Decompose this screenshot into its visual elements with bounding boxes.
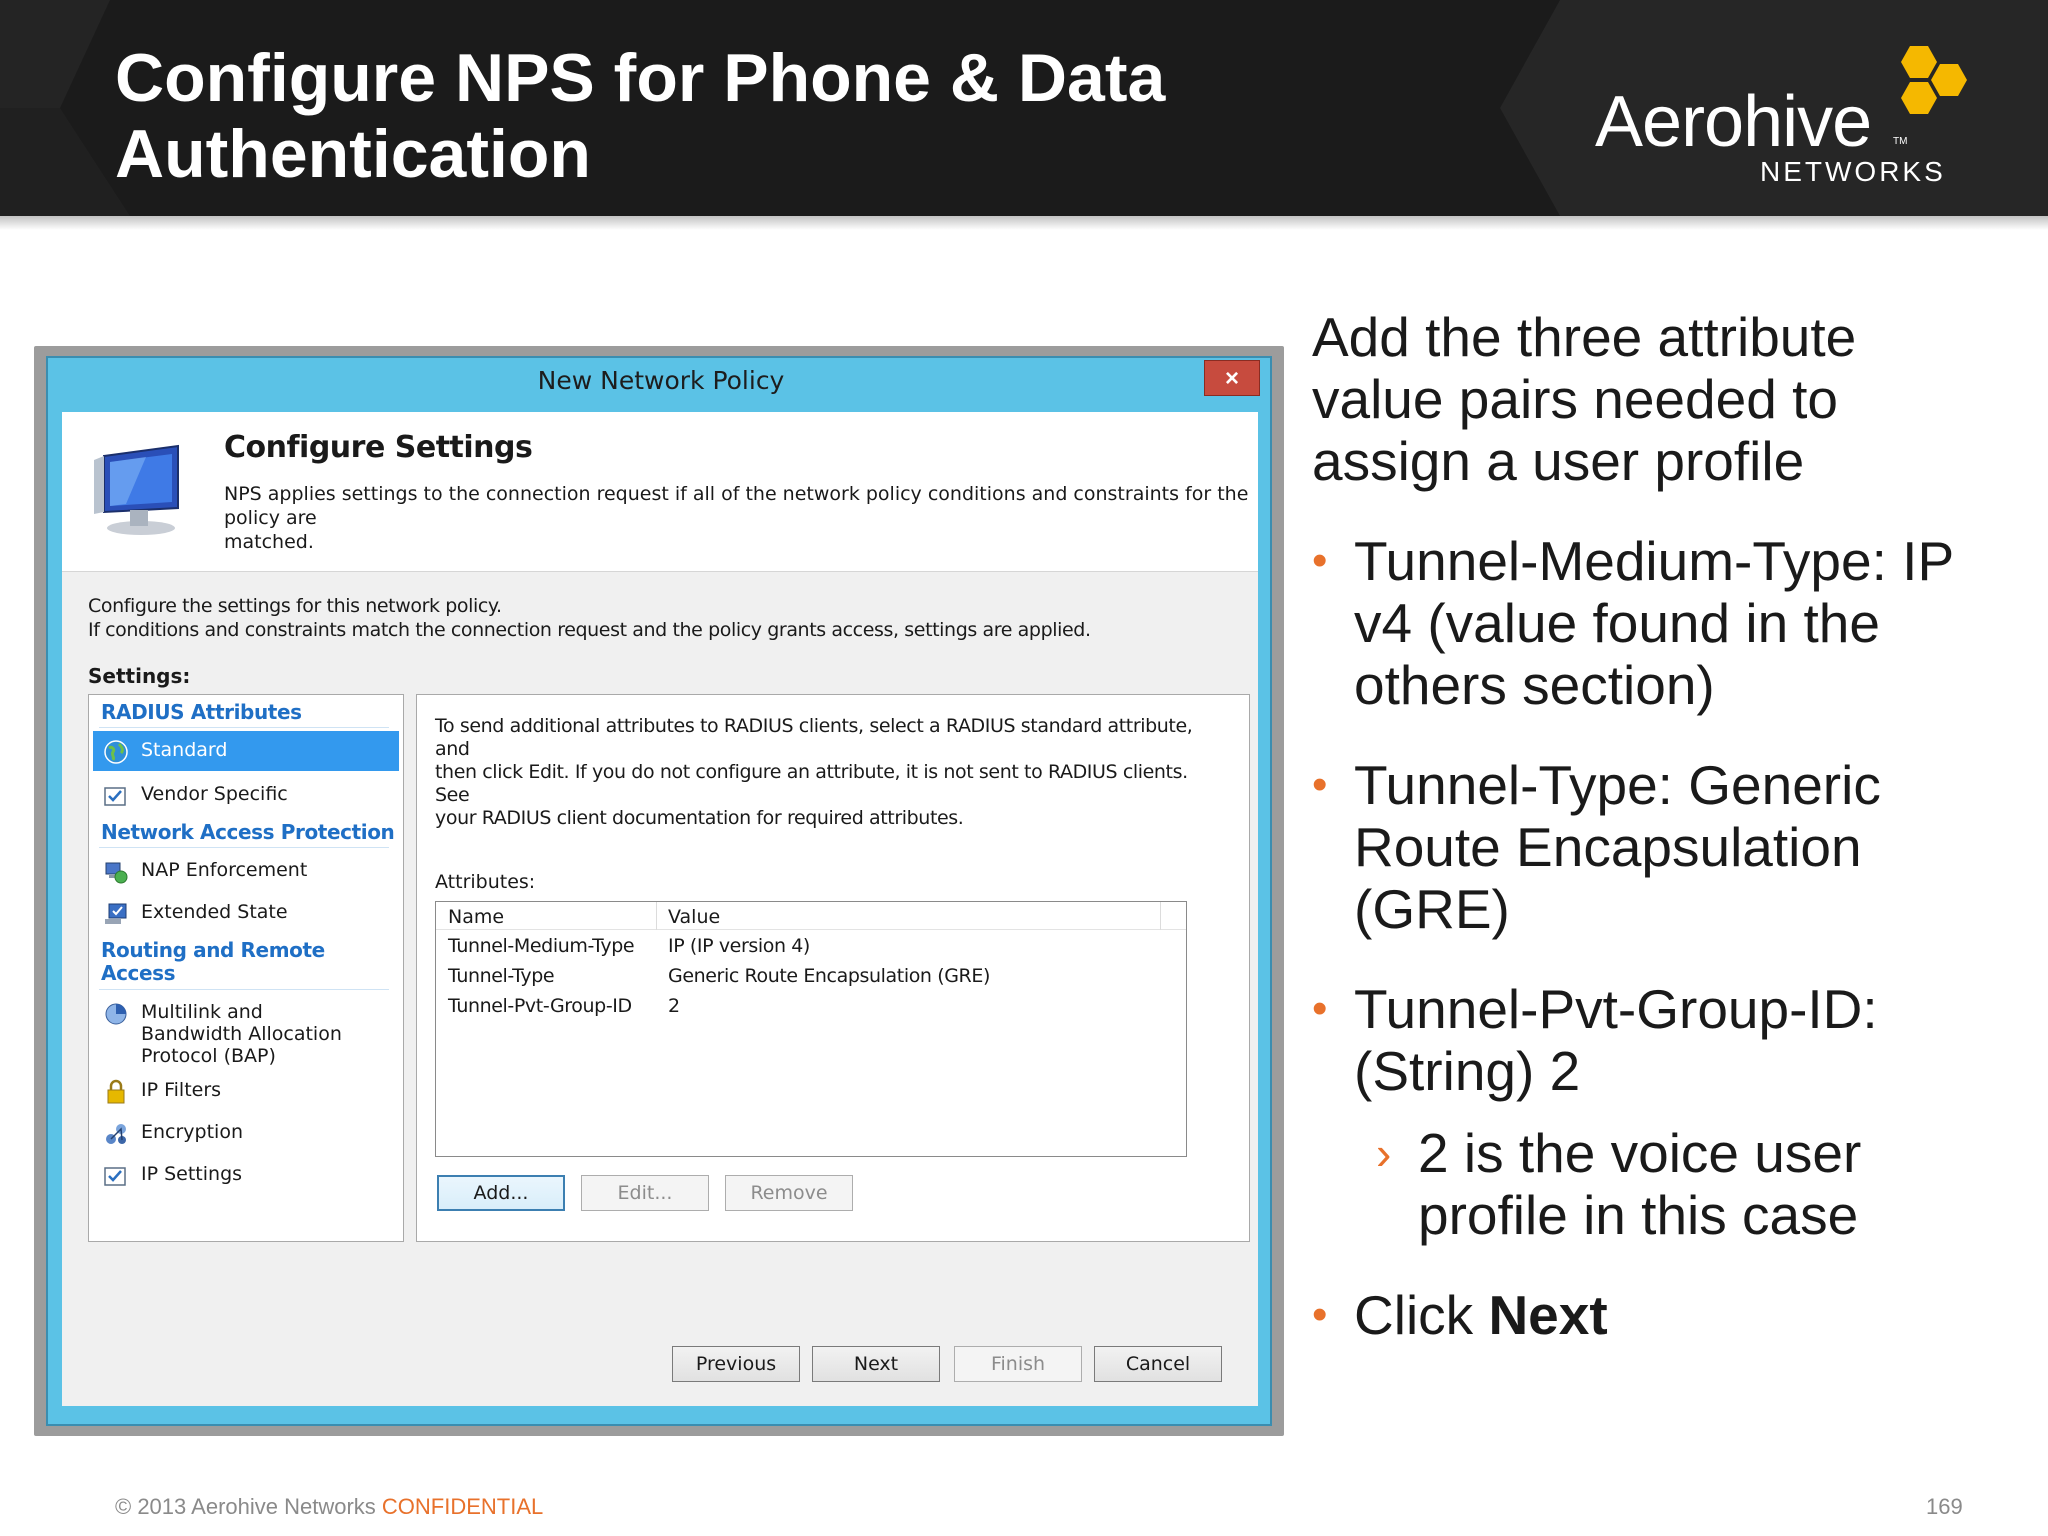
new-network-policy-dialog: New Network Policy × Configure Settings … [46, 356, 1272, 1426]
nav-item-nap-enforcement[interactable]: NAP Enforcement [93, 851, 399, 891]
bullet-text: Tunnel-Type: Generic Route Encapsulation… [1354, 754, 1881, 940]
attributes-label: Attributes: [435, 871, 536, 893]
logo-subtitle: NETWORKS [1760, 156, 1946, 187]
banner-heading: Configure Settings [224, 430, 533, 465]
table-row[interactable]: Tunnel-Medium-Type IP (IP version 4) [436, 932, 1186, 962]
nav-item-vendor-specific[interactable]: Vendor Specific [93, 775, 399, 815]
bullet-dot: • [1312, 1290, 1328, 1339]
nav-item-multilink-bap[interactable]: Multilink and Bandwidth Allocation Proto… [93, 993, 399, 1067]
nav-item-label: IP Settings [141, 1163, 243, 1185]
header-shadow [0, 216, 2048, 230]
sub-bullet-text: 2 is the voice user profile in this case [1418, 1122, 1862, 1246]
logo-trademark: TM [1893, 136, 1908, 147]
shield-network-icon [105, 862, 128, 884]
column-header-value[interactable]: Value [668, 906, 720, 928]
dialog-instructions: Configure the settings for this network … [88, 595, 1091, 641]
attribute-name: Tunnel-Type [448, 965, 555, 987]
bullet-text: Tunnel-Medium-Type: IP v4 (value found i… [1354, 530, 1955, 716]
confidential-label: CONFIDENTIAL [381, 1494, 544, 1519]
add-button[interactable]: Add... [437, 1175, 565, 1211]
nav-item-label: Extended State [141, 901, 288, 923]
attributes-header: Name Value [436, 902, 1186, 930]
category-divider [99, 847, 389, 848]
nav-item-standard[interactable]: Standard [93, 731, 399, 771]
checkbox-icon [104, 787, 126, 806]
category-divider [99, 727, 389, 728]
lock-icon [107, 1079, 125, 1104]
nav-item-label: Standard [141, 739, 228, 761]
banner-description: NPS applies settings to the connection r… [224, 483, 1249, 553]
bullet-dot: • [1312, 760, 1328, 809]
dialog-client-area: Configure Settings NPS applies settings … [62, 412, 1258, 1406]
next-button[interactable]: Next [812, 1346, 940, 1382]
previous-button[interactable]: Previous [672, 1346, 800, 1382]
edit-button[interactable]: Edit... [581, 1175, 709, 1211]
sub-bullet-arrow: › [1376, 1127, 1392, 1179]
nav-item-label: Vendor Specific [141, 783, 288, 805]
attribute-value: IP (IP version 4) [668, 935, 810, 957]
category-network-access-protection: Network Access Protection [101, 820, 395, 844]
notes-intro: Add the three attribute value pairs need… [1312, 306, 1857, 492]
attribute-name: Tunnel-Medium-Type [448, 935, 635, 957]
copyright-text: © 2013 Aerohive Networks [115, 1494, 382, 1519]
nav-item-label: IP Filters [141, 1079, 222, 1101]
settings-nav-pane: RADIUS Attributes Standard Vendor Specif… [88, 694, 404, 1242]
table-row[interactable]: Tunnel-Pvt-Group-ID 2 [436, 992, 1186, 1022]
globe-icon [104, 740, 128, 764]
bullet-dot: • [1312, 984, 1328, 1033]
nav-item-label: NAP Enforcement [141, 859, 308, 881]
table-row[interactable]: Tunnel-Type Generic Route Encapsulation … [436, 962, 1186, 992]
attribute-name: Tunnel-Pvt-Group-ID [448, 995, 632, 1017]
page-number: 169 [1926, 1494, 1963, 1519]
checkbox-icon [104, 1167, 126, 1186]
computer-check-icon [105, 903, 127, 924]
nav-item-extended-state[interactable]: Extended State [93, 893, 399, 933]
close-button[interactable]: × [1204, 360, 1260, 396]
monitor-icon [94, 444, 179, 535]
column-divider[interactable] [1160, 902, 1161, 930]
panel-description: To send additional attributes to RADIUS … [435, 715, 1193, 829]
dialog-banner: Configure Settings NPS applies settings … [62, 412, 1258, 572]
settings-label: Settings: [88, 664, 191, 688]
slide-header: Configure NPS for Phone & Data Authentic… [0, 0, 2048, 216]
cancel-button[interactable]: Cancel [1094, 1346, 1222, 1382]
attributes-list[interactable]: Name Value Tunnel-Medium-Type IP (IP ver… [435, 901, 1187, 1157]
nav-item-ip-settings[interactable]: IP Settings [93, 1155, 399, 1195]
standard-attributes-pane: To send additional attributes to RADIUS … [416, 694, 1250, 1242]
remove-button[interactable]: Remove [725, 1175, 853, 1211]
column-header-name[interactable]: Name [448, 906, 504, 928]
bullet-dot: • [1312, 536, 1328, 585]
attribute-value: Generic Route Encapsulation (GRE) [668, 965, 990, 987]
nav-item-encryption[interactable]: Encryption [93, 1113, 399, 1153]
slide-title: Configure NPS for Phone & Data Authentic… [115, 40, 1166, 192]
category-routing-remote-access: Routing and Remote Access [101, 938, 325, 985]
nav-item-label: Encryption [141, 1121, 244, 1143]
attribute-value: 2 [668, 995, 680, 1017]
category-divider [99, 989, 389, 990]
dialog-title: New Network Policy [537, 366, 785, 395]
bullet-text: Tunnel-Pvt-Group-ID: (String) 2 [1354, 978, 1878, 1102]
click-prefix: Click [1354, 1284, 1489, 1346]
bullet-text: Click Next [1354, 1284, 2044, 1346]
column-divider[interactable] [656, 902, 657, 930]
click-next-emphasis: Next [1488, 1284, 1608, 1346]
aerohive-logo: Aerohive TM NETWORKS [1595, 38, 1975, 188]
nav-item-ip-filters[interactable]: IP Filters [93, 1071, 399, 1111]
footer-copyright: © 2013 Aerohive Networks CONFIDENTIAL [115, 1494, 543, 1520]
logo-wordmark: Aerohive [1595, 82, 1872, 162]
nav-item-label: Multilink and Bandwidth Allocation Proto… [141, 1001, 342, 1067]
network-key-icon [106, 1124, 126, 1144]
pie-icon [105, 1003, 127, 1025]
category-radius-attributes: RADIUS Attributes [101, 700, 302, 724]
finish-button[interactable]: Finish [954, 1346, 1082, 1382]
